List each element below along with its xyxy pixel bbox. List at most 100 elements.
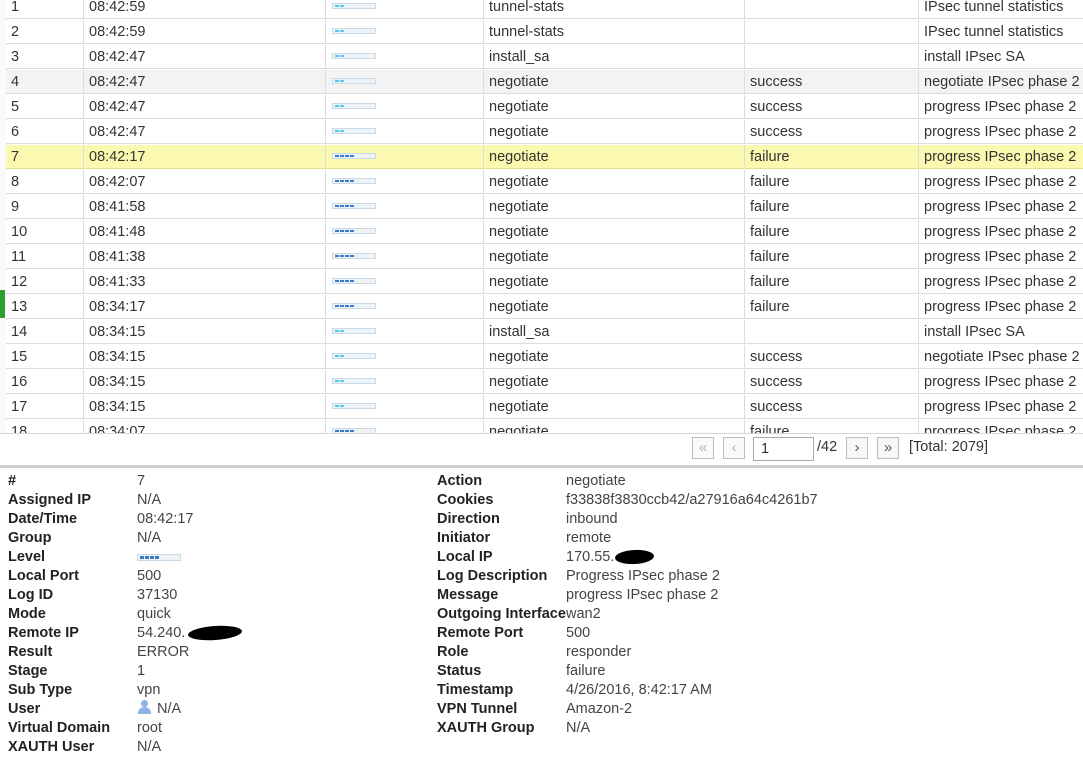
status-cell: success bbox=[745, 70, 919, 94]
level-indicator bbox=[332, 103, 376, 109]
status-cell: failure bbox=[745, 270, 919, 294]
level-cell bbox=[326, 345, 484, 369]
chevron-right-icon[interactable]: › bbox=[846, 437, 868, 459]
level-indicator bbox=[332, 353, 376, 359]
status-cell: failure bbox=[745, 145, 919, 169]
table-row[interactable]: 15 08:34:15 negotiate success negotiate IPse… bbox=[6, 345, 1083, 369]
row-number-cell: 17 bbox=[6, 395, 84, 419]
status-cell: failure bbox=[745, 295, 919, 319]
time-cell: 08:42:47 bbox=[84, 120, 326, 144]
time-cell: 08:42:59 bbox=[84, 0, 326, 19]
page-number-input[interactable] bbox=[753, 437, 814, 461]
message-cell: progress IPsec phase 2 bbox=[924, 174, 1077, 190]
level-segment bbox=[345, 230, 349, 232]
level-indicator bbox=[332, 253, 376, 259]
time-cell: 08:41:58 bbox=[84, 195, 326, 219]
detail-field: Local IP 170.55. bbox=[0, 548, 1083, 567]
table-row[interactable]: 6 08:42:47 negotiate success progress IPsec … bbox=[6, 120, 1083, 144]
table-row[interactable]: 18 08:34:07 negotiate failure progress IPsec… bbox=[6, 420, 1083, 433]
level-segment bbox=[335, 405, 339, 407]
level-segment bbox=[340, 305, 344, 307]
table-row[interactable]: 11 08:41:38 negotiate failure progress IPsec… bbox=[6, 245, 1083, 269]
action-cell: negotiate bbox=[484, 145, 745, 169]
level-cell bbox=[326, 70, 484, 94]
double-chevron-right-icon[interactable]: » bbox=[877, 437, 899, 459]
level-segment bbox=[345, 155, 349, 157]
time-cell: 08:42:07 bbox=[84, 170, 326, 194]
message-cell: IPsec tunnel statistics bbox=[924, 0, 1064, 15]
level-cell bbox=[326, 195, 484, 219]
level-cell bbox=[326, 395, 484, 419]
level-cell bbox=[326, 145, 484, 169]
level-segment bbox=[350, 255, 354, 257]
table-row[interactable]: 5 08:42:47 negotiate success progress IPsec … bbox=[6, 95, 1083, 119]
action-cell: install_sa bbox=[484, 45, 745, 69]
detail-field: Direction inbound bbox=[0, 510, 1083, 529]
table-row[interactable]: 9 08:41:58 negotiate failure progress IPsec … bbox=[6, 195, 1083, 219]
log-table[interactable]: 1 08:42:59 tunnel-stats IPsec tunnel statis… bbox=[0, 0, 1083, 434]
action-cell: negotiate bbox=[484, 295, 745, 319]
level-segment bbox=[340, 255, 344, 257]
table-row[interactable]: 14 08:34:15 install_sa install IPsec SA bbox=[6, 320, 1083, 344]
level-segment bbox=[335, 305, 339, 307]
detail-value: f33838f3830ccb42/a27916a64c4261b7 bbox=[566, 492, 818, 508]
level-segment bbox=[340, 155, 344, 157]
detail-value: Progress IPsec phase 2 bbox=[566, 568, 720, 584]
detail-value: Amazon-2 bbox=[566, 701, 633, 717]
detail-field: Message progress IPsec phase 2 bbox=[0, 586, 1083, 605]
table-row[interactable]: 13 08:34:17 negotiate failure progress IPsec… bbox=[6, 295, 1083, 319]
table-row[interactable]: 10 08:41:48 negotiate failure progress IPsec… bbox=[6, 220, 1083, 244]
action-cell: negotiate bbox=[484, 245, 745, 269]
level-segment bbox=[340, 280, 344, 282]
message-cell: negotiate IPsec phase 2 bbox=[924, 349, 1080, 365]
time-cell: 08:42:47 bbox=[84, 70, 326, 94]
level-indicator bbox=[332, 428, 376, 433]
table-row[interactable]: 17 08:34:15 negotiate success progress IPsec… bbox=[6, 395, 1083, 419]
status-cell bbox=[745, 320, 919, 344]
table-row[interactable]: 2 08:42:59 tunnel-stats IPsec tunnel statis… bbox=[6, 20, 1083, 44]
row-number-cell: 3 bbox=[6, 45, 84, 69]
chevron-left-icon[interactable]: ‹ bbox=[723, 437, 745, 459]
table-row[interactable]: 8 08:42:07 negotiate failure progress IPsec … bbox=[6, 170, 1083, 194]
panel-divider[interactable] bbox=[0, 465, 1083, 468]
table-row[interactable]: 16 08:34:15 negotiate success progress IPsec… bbox=[6, 370, 1083, 394]
level-indicator bbox=[332, 128, 376, 134]
row-number-cell: 8 bbox=[6, 170, 84, 194]
level-segment bbox=[340, 205, 344, 207]
time-cell: 08:42:59 bbox=[84, 20, 326, 44]
row-number-cell: 13 bbox=[6, 295, 84, 319]
level-indicator bbox=[332, 28, 376, 34]
table-row[interactable]: 4 08:42:47 negotiate success negotiate IPsec… bbox=[6, 70, 1083, 94]
status-cell bbox=[745, 0, 919, 19]
row-number-cell: 16 bbox=[6, 370, 84, 394]
detail-value: inbound bbox=[566, 511, 618, 527]
level-indicator bbox=[332, 178, 376, 184]
level-segment bbox=[335, 280, 339, 282]
time-cell: 08:41:33 bbox=[84, 270, 326, 294]
level-cell bbox=[326, 20, 484, 44]
level-segment bbox=[350, 180, 354, 182]
double-chevron-left-icon[interactable]: « bbox=[692, 437, 714, 459]
table-row[interactable]: 12 08:41:33 negotiate failure progress IPsec… bbox=[6, 270, 1083, 294]
detail-field: Remote Port 500 bbox=[0, 624, 1083, 643]
table-row[interactable]: 7 08:42:17 negotiate failure progress IPsec … bbox=[6, 145, 1083, 169]
row-number-cell: 2 bbox=[6, 20, 84, 44]
level-cell bbox=[326, 170, 484, 194]
time-cell: 08:42:17 bbox=[84, 145, 326, 169]
table-row[interactable]: 3 08:42:47 install_sa install IPsec SA bbox=[6, 45, 1083, 69]
time-cell: 08:41:48 bbox=[84, 220, 326, 244]
level-segment bbox=[340, 230, 344, 232]
level-segment bbox=[345, 255, 349, 257]
detail-field: Initiator remote bbox=[0, 529, 1083, 548]
detail-label: Remote Port bbox=[437, 625, 524, 641]
table-row[interactable]: 1 08:42:59 tunnel-stats IPsec tunnel statis… bbox=[6, 0, 1083, 19]
detail-label: XAUTH Group bbox=[437, 720, 535, 736]
level-segment bbox=[345, 305, 349, 307]
level-indicator bbox=[332, 203, 376, 209]
level-segment bbox=[335, 130, 339, 132]
level-segment bbox=[335, 355, 339, 357]
message-cell: progress IPsec phase 2 bbox=[924, 249, 1077, 265]
time-cell: 08:41:38 bbox=[84, 245, 326, 269]
detail-field: Status failure bbox=[0, 662, 1083, 681]
detail-value: N/A bbox=[566, 720, 591, 736]
